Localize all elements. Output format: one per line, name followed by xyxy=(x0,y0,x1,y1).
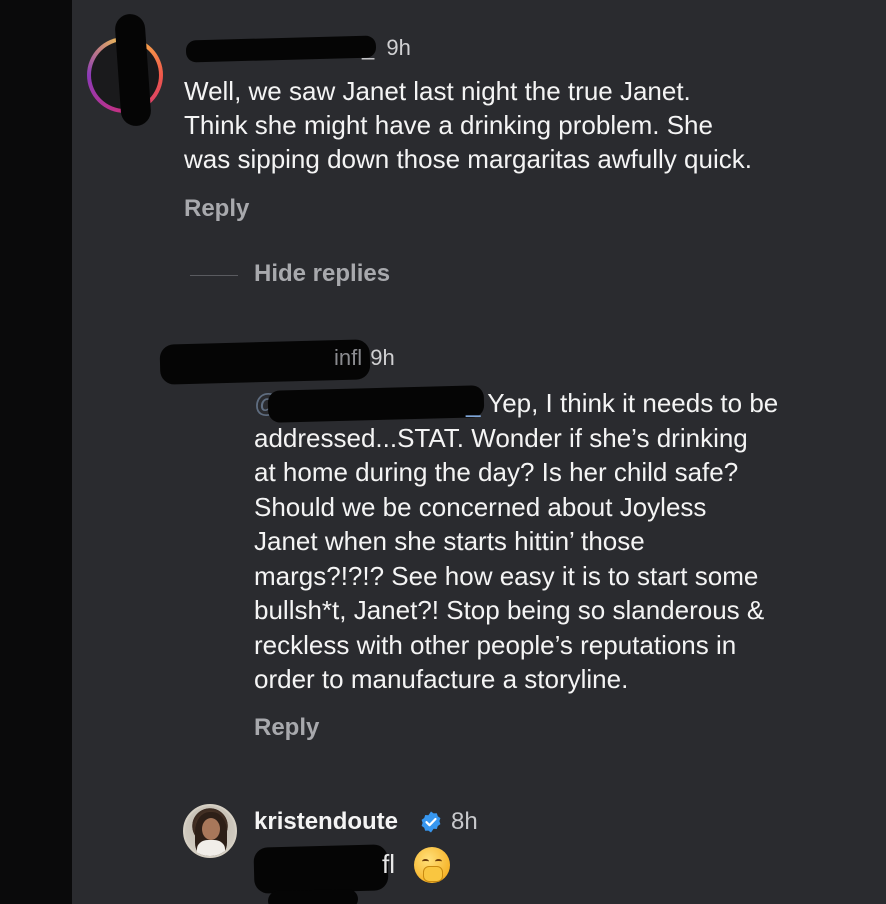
comment-line: Think she might have a drinking problem.… xyxy=(184,110,713,140)
comment-line: bullsh*t, Janet?! Stop being so slandero… xyxy=(254,595,765,625)
comment-time: 9h xyxy=(386,35,411,60)
mention-underscore[interactable]: _ xyxy=(466,388,480,418)
comment-line: addressed...STAT. Wonder if she’s drinki… xyxy=(254,423,748,453)
comment-meta: _ 9h xyxy=(362,35,411,61)
emoji-eye xyxy=(435,859,442,864)
reply-button[interactable]: Reply xyxy=(184,195,249,223)
comment-line: _ Yep, I think it needs to be xyxy=(466,386,778,421)
redaction-mark xyxy=(267,888,359,904)
left-edge-strip xyxy=(0,0,72,904)
comment-text: fl xyxy=(382,849,395,879)
comment-time: 8h xyxy=(451,808,478,835)
redaction-mark xyxy=(253,844,389,894)
comment-text: Yep, I think it needs to be xyxy=(487,388,779,418)
username-fragment: _ xyxy=(362,35,375,60)
avatar-body xyxy=(197,840,225,856)
comment-time: 9h xyxy=(370,345,395,370)
comment-line: Should we be concerned about Joyless xyxy=(254,492,707,522)
reply-button[interactable]: Reply xyxy=(254,714,319,742)
username[interactable]: kristendoute xyxy=(254,808,398,836)
comment-line: margs?!?!? See how easy it is to start s… xyxy=(254,561,759,591)
username-fragment: infl xyxy=(334,345,363,370)
emoji-hand xyxy=(423,866,443,882)
comment-line: Janet when she starts hittin’ those xyxy=(254,526,645,556)
comment-line: at home during the day? Is her child saf… xyxy=(254,457,739,487)
comment-line: reckless with other people’s reputations… xyxy=(254,630,737,660)
emoji-eye xyxy=(422,859,429,864)
comment-line: Well, we saw Janet last night the true J… xyxy=(184,76,691,106)
hide-replies-button[interactable]: Hide replies xyxy=(254,260,390,288)
comment-line: was sipping down those margaritas awfull… xyxy=(184,144,752,174)
face-with-hand-over-mouth-emoji xyxy=(414,847,450,883)
redaction-mark xyxy=(267,385,485,423)
thread-divider xyxy=(190,275,238,276)
kristendoute-avatar[interactable] xyxy=(183,804,237,858)
comment-line: order to manufacture a storyline. xyxy=(254,664,629,694)
avatar-face xyxy=(202,818,220,840)
comment-meta: infl 9h xyxy=(334,345,395,371)
verified-badge-icon xyxy=(421,811,441,833)
